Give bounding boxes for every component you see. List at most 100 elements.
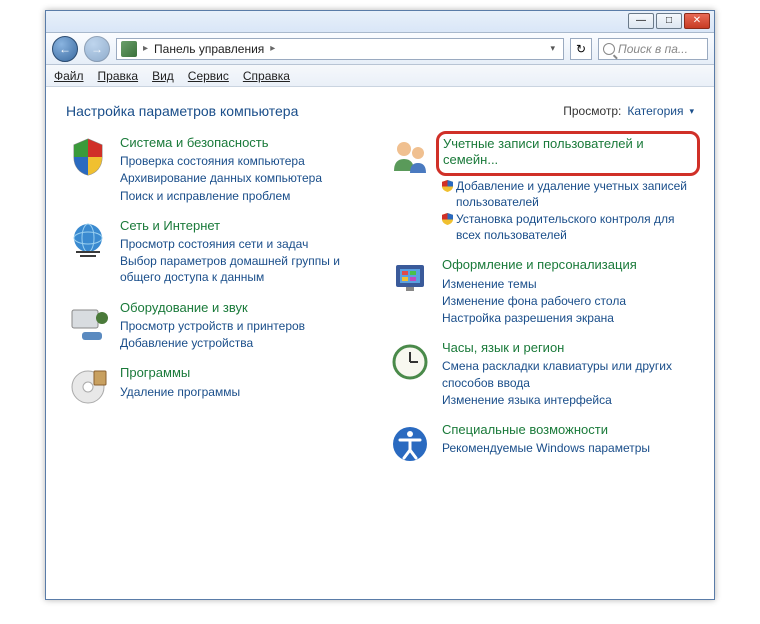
category-links: Просмотр устройств и принтеровДобавление… (120, 318, 372, 351)
control-panel-icon (121, 41, 137, 57)
menubar: Файл Правка Вид Сервис Справка (46, 65, 714, 87)
content-area: Настройка параметров компьютера Просмотр… (46, 89, 714, 599)
task-link[interactable]: Просмотр устройств и принтеров (120, 318, 372, 334)
task-link-text: Рекомендуемые Windows параметры (442, 440, 650, 456)
task-link[interactable]: Выбор параметров домашней группы и общег… (120, 253, 372, 285)
task-link-text: Проверка состояния компьютера (120, 153, 305, 169)
category-title[interactable]: Система и безопасность (120, 135, 372, 151)
shield-icon (442, 211, 453, 225)
task-link-text: Поиск и исправление проблем (120, 188, 290, 204)
task-link[interactable]: Архивирование данных компьютера (120, 170, 372, 186)
maximize-button[interactable]: □ (656, 13, 682, 29)
category-body: Программы Удаление программы (120, 365, 372, 409)
category-title[interactable]: Оформление и персонализация (442, 257, 694, 273)
category-body: Система и безопасность Проверка состояния… (120, 135, 372, 204)
category-icon (66, 365, 110, 409)
left-column: Система и безопасность Проверка состояния… (66, 135, 372, 466)
task-link-text: Добавление и удаление учетных записей по… (456, 178, 694, 210)
task-link-text: Выбор параметров домашней группы и общег… (120, 253, 372, 285)
breadcrumb-sep-icon: ▸ (268, 43, 277, 54)
category-icon (66, 218, 110, 262)
highlight-box: Учетные записи пользователей и семейн... (436, 131, 700, 176)
task-link-text: Добавление устройства (120, 335, 253, 351)
menu-tools[interactable]: Сервис (188, 69, 229, 83)
address-bar[interactable]: ▸ Панель управления ▸ ▾ (116, 38, 564, 60)
task-link[interactable]: Смена раскладки клавиатуры или других сп… (442, 358, 694, 390)
category-title[interactable]: Учетные записи пользователей и семейн... (443, 136, 693, 169)
category-title[interactable]: Оборудование и звук (120, 300, 372, 316)
task-link[interactable]: Проверка состояния компьютера (120, 153, 372, 169)
view-by-value: Категория (627, 104, 683, 118)
category-body: Специальные возможности Рекомендуемые Win… (442, 422, 694, 466)
task-link-text: Архивирование данных компьютера (120, 170, 322, 186)
chevron-down-icon: ▾ (689, 106, 694, 117)
task-link-text: Просмотр устройств и принтеров (120, 318, 305, 334)
task-link-text: Установка родительского контроля для все… (456, 211, 694, 243)
search-input[interactable]: Поиск в па... (598, 38, 708, 60)
task-link[interactable]: Изменение темы (442, 276, 694, 292)
close-button[interactable]: ✕ (684, 13, 710, 29)
task-link[interactable]: Изменение фона рабочего стола (442, 293, 694, 309)
category-body: Сеть и Интернет Просмотр состояния сети и… (120, 218, 372, 286)
refresh-button[interactable]: ↻ (570, 38, 592, 60)
nav-forward-button[interactable]: → (84, 36, 110, 62)
page-title: Настройка параметров компьютера (66, 103, 298, 119)
task-link[interactable]: Изменение языка интерфейса (442, 392, 694, 408)
task-link-text: Изменение языка интерфейса (442, 392, 612, 408)
view-by-label: Просмотр: (563, 104, 621, 118)
category-body: Оборудование и звук Просмотр устройств и … (120, 300, 372, 352)
category-links: Изменение темыИзменение фона рабочего ст… (442, 276, 694, 327)
menu-view[interactable]: Вид (152, 69, 174, 83)
breadcrumb-sep-icon: ▸ (141, 43, 150, 54)
task-link[interactable]: Установка родительского контроля для все… (442, 211, 694, 243)
category-icon (388, 422, 432, 466)
category-title[interactable]: Часы, язык и регион (442, 340, 694, 356)
menu-help[interactable]: Справка (243, 69, 290, 83)
category-item: Специальные возможности Рекомендуемые Win… (388, 422, 694, 466)
task-link-text: Настройка разрешения экрана (442, 310, 614, 326)
category-icon (66, 300, 110, 344)
refresh-icon: ↻ (576, 42, 586, 56)
task-link-text: Изменение фона рабочего стола (442, 293, 626, 309)
category-icon (388, 257, 432, 301)
category-body: Оформление и персонализация Изменение тем… (442, 257, 694, 326)
menu-edit[interactable]: Правка (98, 69, 139, 83)
category-title[interactable]: Сеть и Интернет (120, 218, 372, 234)
navigation-bar: ← → ▸ Панель управления ▸ ▾ ↻ Поиск в па… (46, 33, 714, 65)
nav-back-button[interactable]: ← (52, 36, 78, 62)
category-links: Смена раскладки клавиатуры или других сп… (442, 358, 694, 408)
category-item: Оформление и персонализация Изменение тем… (388, 257, 694, 326)
category-item: Часы, язык и регион Смена раскладки клави… (388, 340, 694, 408)
minimize-button[interactable]: — (628, 13, 654, 29)
address-dropdown-icon[interactable]: ▾ (546, 43, 559, 54)
category-columns: Система и безопасность Проверка состояния… (66, 135, 694, 466)
category-links: Добавление и удаление учетных записей по… (442, 178, 694, 244)
window-controls: — □ ✕ (628, 13, 710, 29)
task-link[interactable]: Рекомендуемые Windows параметры (442, 440, 694, 456)
category-title[interactable]: Специальные возможности (442, 422, 694, 438)
category-title[interactable]: Программы (120, 365, 372, 381)
back-arrow-icon: ← (59, 42, 71, 56)
task-link[interactable]: Поиск и исправление проблем (120, 188, 372, 204)
breadcrumb-item[interactable]: Панель управления (154, 42, 264, 56)
task-link[interactable]: Добавление и удаление учетных записей по… (442, 178, 694, 210)
category-body: Учетные записи пользователей и семейн...… (442, 135, 694, 243)
task-link-text: Удаление программы (120, 384, 240, 400)
task-link[interactable]: Удаление программы (120, 384, 372, 400)
task-link-text: Смена раскладки клавиатуры или других сп… (442, 358, 694, 390)
task-link[interactable]: Просмотр состояния сети и задач (120, 236, 372, 252)
task-link-text: Просмотр состояния сети и задач (120, 236, 308, 252)
category-item: Программы Удаление программы (66, 365, 372, 409)
view-by-control[interactable]: Просмотр: Категория ▾ (563, 104, 694, 118)
shield-icon (442, 178, 453, 192)
task-link-text: Изменение темы (442, 276, 537, 292)
category-item: Учетные записи пользователей и семейн...… (388, 135, 694, 243)
task-link[interactable]: Настройка разрешения экрана (442, 310, 694, 326)
category-icon (388, 135, 432, 179)
category-links: Рекомендуемые Windows параметры (442, 440, 694, 456)
search-icon (603, 43, 615, 55)
right-column: Учетные записи пользователей и семейн...… (388, 135, 694, 466)
category-body: Часы, язык и регион Смена раскладки клави… (442, 340, 694, 408)
task-link[interactable]: Добавление устройства (120, 335, 372, 351)
menu-file[interactable]: Файл (54, 69, 84, 83)
